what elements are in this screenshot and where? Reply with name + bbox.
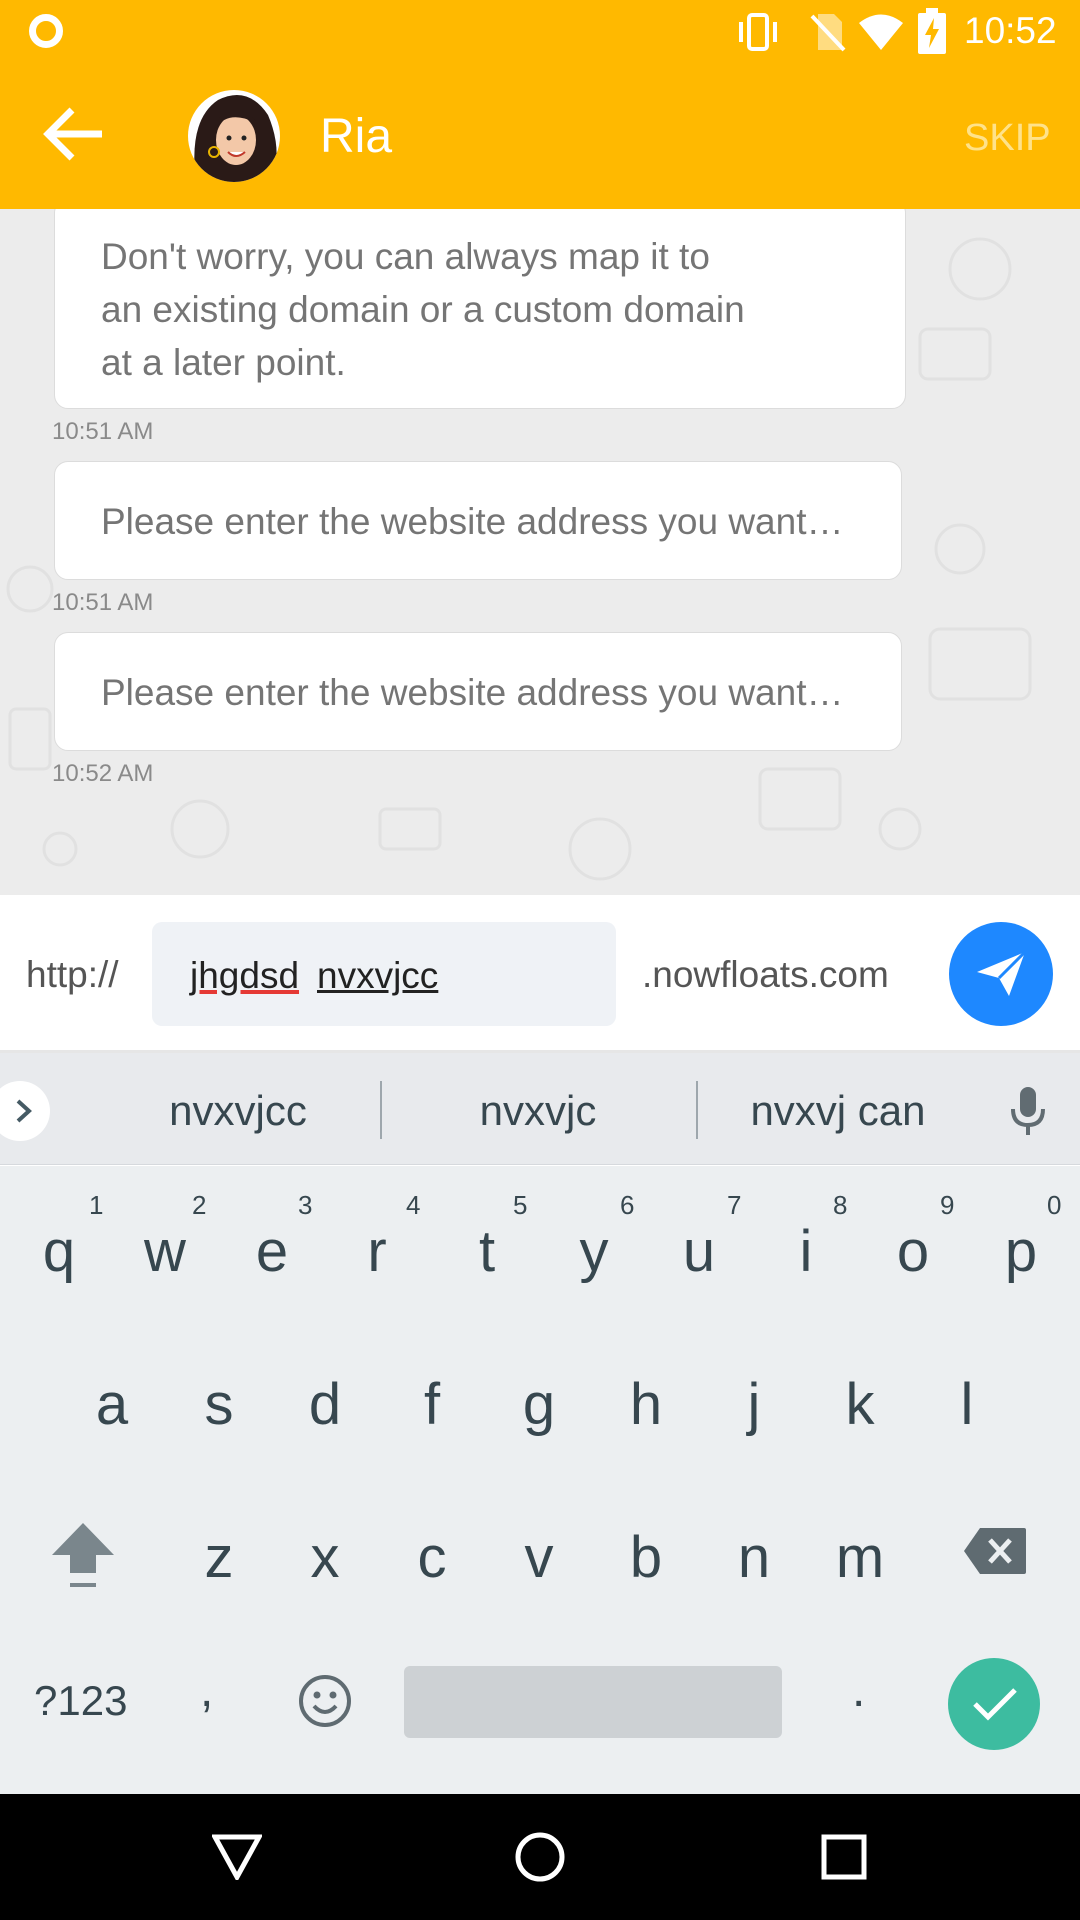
- app-bar: Ria SKIP: [0, 63, 1080, 209]
- message-line: Please enter the website address you wan…: [101, 672, 844, 713]
- status-time: 10:52: [964, 10, 1057, 51]
- key-d[interactable]: d: [272, 1371, 378, 1438]
- message-bubble: Please enter the website address you wan…: [54, 632, 902, 751]
- key-hint: 4: [406, 1190, 421, 1220]
- message-time: 10:51 AM: [52, 418, 154, 445]
- key-x[interactable]: x: [272, 1524, 378, 1591]
- key-w[interactable]: w: [112, 1218, 218, 1285]
- key-e[interactable]: e: [219, 1218, 325, 1285]
- comma-key[interactable]: ,: [200, 1661, 213, 1721]
- message-time: 10:52 AM: [52, 760, 154, 787]
- key-hint: 1: [89, 1190, 104, 1220]
- suggestion-strip: nvxvjcc nvxvjc nvxvj can: [0, 1053, 1080, 1165]
- domain-input[interactable]: jhgdsd nvxvjcc: [152, 922, 616, 1026]
- status-bar: 10:52: [0, 0, 1080, 63]
- key-h[interactable]: h: [593, 1371, 699, 1438]
- message-time: 10:51 AM: [52, 589, 154, 616]
- recents-square-icon[interactable]: [821, 1834, 867, 1880]
- message-bubble: Please enter the website address you wan…: [54, 461, 902, 580]
- key-v[interactable]: v: [486, 1524, 592, 1591]
- wifi-icon: [859, 14, 903, 50]
- key-hint: 8: [833, 1190, 848, 1220]
- battery-charging-icon: [918, 8, 946, 54]
- key-j[interactable]: j: [701, 1371, 807, 1438]
- mic-icon[interactable]: [1010, 1087, 1046, 1137]
- ria-avatar: [188, 90, 280, 182]
- suggestion-item[interactable]: nvxvjc: [390, 1087, 686, 1135]
- key-k[interactable]: k: [807, 1371, 913, 1438]
- key-hint: 2: [192, 1190, 207, 1220]
- suggestion-item[interactable]: nvxvjcc: [90, 1087, 386, 1135]
- navigation-bar: [0, 1794, 1080, 1920]
- home-circle-icon[interactable]: [514, 1831, 566, 1883]
- url-prefix: http://: [26, 954, 119, 995]
- key-n[interactable]: n: [701, 1524, 807, 1591]
- key-u[interactable]: u: [646, 1218, 752, 1285]
- enter-key[interactable]: [948, 1658, 1040, 1750]
- message-bubble: Don't worry, you can always map it to an…: [54, 209, 906, 409]
- suggestion-item[interactable]: nvxvj can: [690, 1087, 986, 1135]
- chat-area[interactable]: Don't worry, you can always map it to an…: [0, 209, 1080, 895]
- back-triangle-icon[interactable]: [212, 1834, 262, 1880]
- key-g[interactable]: g: [486, 1371, 592, 1438]
- key-hint: 9: [940, 1190, 955, 1220]
- skip-button[interactable]: SKIP: [964, 115, 1051, 161]
- send-button[interactable]: [949, 922, 1053, 1026]
- check-icon: [973, 1688, 1017, 1721]
- domain-input-bar: http:// jhgdsd nvxvjcc .nowfloats.com: [0, 895, 1080, 1050]
- keyboard: q w e r t y u i o p 1 2 3 4 5 6 7 8 9 0 …: [0, 1166, 1080, 1794]
- key-hint: 6: [620, 1190, 635, 1220]
- key-s[interactable]: s: [166, 1371, 272, 1438]
- emoji-icon[interactable]: [298, 1674, 352, 1728]
- symbols-key[interactable]: ?123: [34, 1676, 127, 1726]
- send-icon: [977, 950, 1027, 996]
- domain-suffix: .nowfloats.com: [642, 954, 889, 995]
- key-hint: 5: [513, 1190, 528, 1220]
- chat-title: Ria: [320, 110, 393, 163]
- backspace-icon[interactable]: [962, 1526, 1028, 1576]
- key-r[interactable]: r: [324, 1218, 430, 1285]
- key-q[interactable]: q: [6, 1218, 112, 1285]
- key-l[interactable]: l: [914, 1371, 1020, 1438]
- shift-icon[interactable]: [50, 1521, 116, 1591]
- expand-suggestions-button[interactable]: [0, 1081, 50, 1141]
- key-c[interactable]: c: [379, 1524, 485, 1591]
- suggestion-divider: [380, 1081, 382, 1139]
- no-sim-icon: [810, 14, 846, 52]
- key-p[interactable]: p: [968, 1218, 1074, 1285]
- key-y[interactable]: y: [541, 1218, 647, 1285]
- key-i[interactable]: i: [753, 1218, 859, 1285]
- key-f[interactable]: f: [379, 1371, 485, 1438]
- message-line: an existing domain or a custom domain: [101, 289, 745, 330]
- chevron-right-icon: [16, 1099, 32, 1123]
- key-t[interactable]: t: [434, 1218, 540, 1285]
- key-a[interactable]: a: [59, 1371, 165, 1438]
- key-z[interactable]: z: [166, 1524, 272, 1591]
- vibrate-icon: [739, 13, 777, 51]
- input-word-misspelled: jhgdsd: [190, 955, 300, 996]
- record-icon: [29, 14, 63, 48]
- arrow-back-icon[interactable]: [42, 106, 104, 162]
- key-b[interactable]: b: [593, 1524, 699, 1591]
- key-m[interactable]: m: [807, 1524, 913, 1591]
- period-key[interactable]: .: [852, 1661, 865, 1721]
- message-line: Please enter the website address you wan…: [101, 501, 844, 542]
- space-bar[interactable]: [404, 1666, 782, 1738]
- key-hint: 0: [1047, 1190, 1062, 1220]
- message-line: at a later point.: [101, 342, 346, 383]
- input-word-composing: nvxvjcc: [317, 955, 439, 996]
- message-line: Don't worry, you can always map it to: [101, 236, 710, 277]
- key-hint: 7: [727, 1190, 742, 1220]
- key-o[interactable]: o: [860, 1218, 966, 1285]
- key-hint: 3: [298, 1190, 313, 1220]
